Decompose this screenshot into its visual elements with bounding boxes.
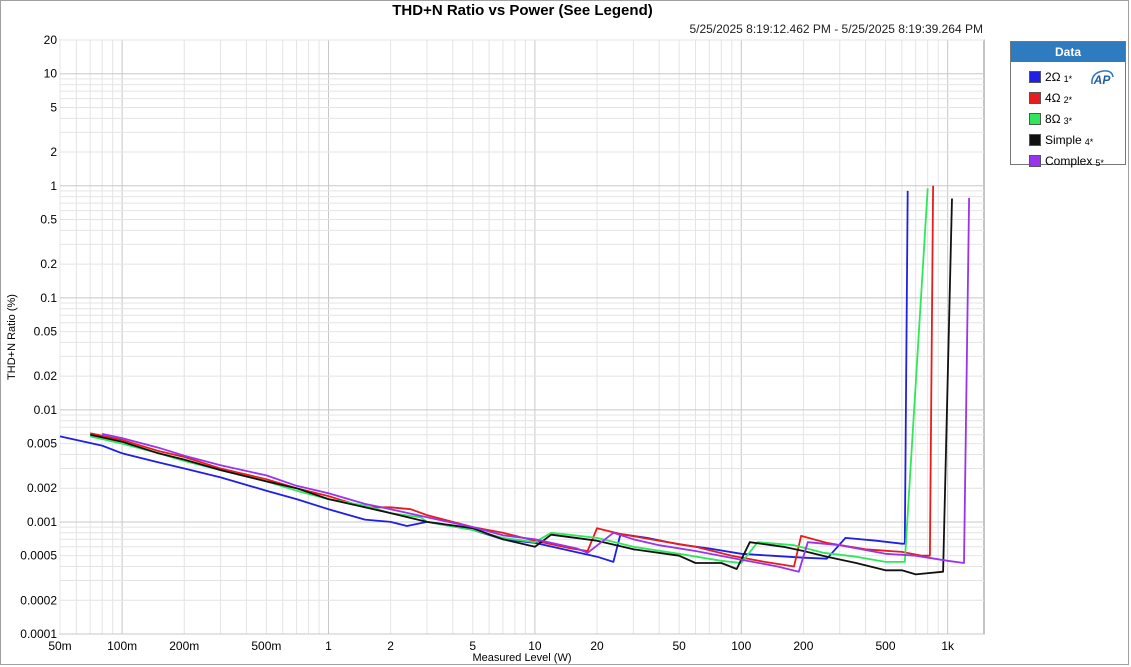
- legend-index: 3*: [1063, 115, 1073, 126]
- x-tick-label: 200: [793, 639, 813, 653]
- legend-label: Simple: [1045, 132, 1082, 147]
- x-tick-label: 100: [731, 639, 751, 653]
- x-tick-label: 500m: [251, 639, 281, 653]
- y-tick-label: 20: [44, 33, 58, 47]
- legend-item-8ohm[interactable]: 8Ω 3*: [1029, 108, 1104, 129]
- legend-label: 8Ω: [1045, 111, 1061, 126]
- legend-header: Data: [1011, 42, 1125, 62]
- legend-swatch: [1029, 91, 1041, 104]
- legend-swatch: [1029, 112, 1041, 125]
- legend-label: 2Ω: [1045, 69, 1061, 84]
- chart-svg[interactable]: 50m 100m 200m 500m 1 2 5 10 20 50 100 200 500 1k 20 10 5…: [0, 0, 1131, 667]
- legend-index: 5*: [1095, 157, 1104, 168]
- y-tick-label: 0.0001: [20, 627, 57, 641]
- plot-area: [59, 39, 985, 635]
- legend-item-simple[interactable]: Simple 4*: [1029, 129, 1104, 150]
- legend-swatch: [1029, 70, 1041, 83]
- x-tick-label: 50m: [48, 639, 71, 653]
- y-tick-label: 0.1: [40, 291, 57, 305]
- legend-label: Complex: [1045, 153, 1093, 168]
- x-tick-label: 20: [590, 639, 604, 653]
- x-tick-label: 2: [387, 639, 394, 653]
- y-tick-label: 0.2: [40, 257, 57, 271]
- y-tick-label: 1: [50, 179, 57, 193]
- x-axis-label: Measured Level (W): [472, 652, 571, 664]
- legend-swatch: [1029, 133, 1041, 146]
- x-tick-label: 5: [469, 639, 476, 653]
- legend-item-4ohm[interactable]: 4Ω 2*: [1029, 87, 1104, 108]
- y-tick-label: 10: [44, 67, 58, 81]
- y-tick-label: 0.0002: [20, 593, 57, 607]
- x-tick-label: 200m: [169, 639, 199, 653]
- x-tick-label: 1: [325, 639, 332, 653]
- y-tick-label: 0.01: [34, 403, 58, 417]
- x-tick-label: 10: [528, 639, 542, 653]
- y-tick-label: 0.02: [34, 369, 58, 383]
- legend-label: 4Ω: [1045, 90, 1061, 105]
- y-tick-label: 0.002: [27, 481, 57, 495]
- legend-list: 2Ω 1* 4Ω 2* 8Ω 3* Simple 4* Complex 5*: [1029, 66, 1104, 171]
- x-tick-label: 500: [876, 639, 896, 653]
- legend-item-complex[interactable]: Complex 5*: [1029, 150, 1104, 171]
- y-tick-label: 0.05: [34, 325, 58, 339]
- x-tick-label: 100m: [107, 639, 137, 653]
- y-tick-label: 0.0005: [20, 549, 57, 563]
- legend-swatch: [1029, 154, 1041, 167]
- y-tick-label: 0.001: [27, 515, 57, 529]
- legend-index: 4*: [1084, 136, 1094, 147]
- x-tick-label: 50: [672, 639, 686, 653]
- y-tick-label: 0.5: [40, 213, 57, 227]
- y-tick-label: 5: [50, 100, 57, 114]
- y-tick-label: 2: [50, 145, 57, 159]
- y-axis-label: THD+N Ratio (%): [6, 294, 18, 380]
- legend-panel[interactable]: Data AP 2Ω 1* 4Ω 2* 8Ω 3* Simple 4* Comp…: [1010, 41, 1126, 168]
- legend-index: 2*: [1063, 94, 1073, 105]
- legend-item-2ohm[interactable]: 2Ω 1*: [1029, 66, 1104, 87]
- x-tick-label: 1k: [941, 639, 955, 653]
- y-tick-label: 0.005: [27, 437, 57, 451]
- legend-index: 1*: [1063, 73, 1073, 84]
